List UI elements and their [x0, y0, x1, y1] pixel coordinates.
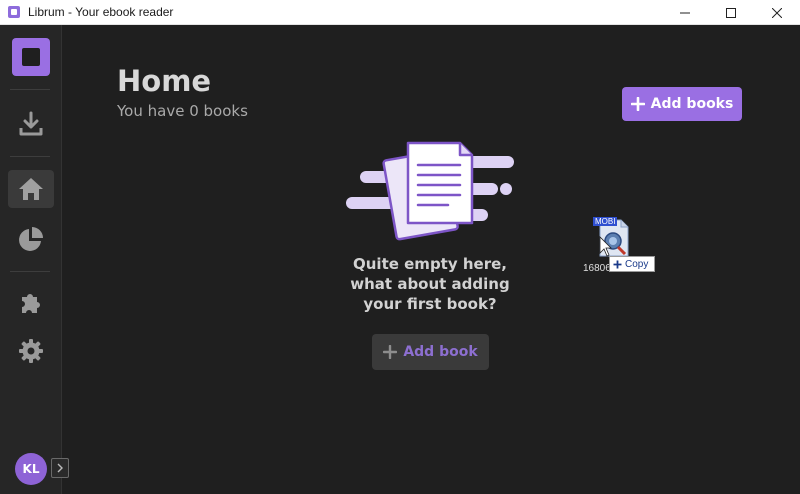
sidebar-divider: [10, 156, 50, 157]
user-avatar[interactable]: KL: [15, 453, 47, 485]
plus-icon: [630, 97, 645, 111]
sidebar-item-downloads[interactable]: [8, 105, 54, 143]
pie-chart-icon: [19, 227, 43, 251]
file-name-label: 16806: [583, 263, 611, 274]
gear-icon: [19, 339, 43, 363]
plus-icon: [383, 345, 398, 359]
page-title: Home: [117, 64, 212, 98]
title-bar: Librum - Your ebook reader: [0, 0, 800, 25]
minimize-icon: [680, 12, 690, 13]
drag-file-ghost: MOBI 16806 Copy: [583, 217, 663, 277]
add-book-label: Add book: [403, 344, 478, 360]
close-button[interactable]: [754, 0, 800, 25]
app-icon: [8, 6, 20, 18]
minimize-button[interactable]: [662, 0, 708, 25]
sidebar: KL: [0, 25, 69, 494]
sidebar-item-plugins[interactable]: [8, 283, 54, 321]
sidebar-item-statistics[interactable]: [8, 220, 54, 258]
maximize-button[interactable]: [708, 0, 754, 25]
puzzle-icon: [22, 294, 40, 313]
sidebar-divider: [10, 89, 50, 90]
window-title: Librum - Your ebook reader: [28, 5, 174, 19]
librum-logo[interactable]: [12, 38, 50, 76]
maximize-icon: [726, 7, 736, 18]
add-books-label: Add books: [650, 96, 734, 112]
file-type-tag: MOBI: [593, 217, 618, 226]
copy-tooltip: Copy: [609, 256, 655, 272]
sidebar-item-home[interactable]: [8, 170, 54, 208]
close-icon: [772, 7, 782, 18]
book-count: You have 0 books: [117, 102, 248, 120]
plus-icon: [613, 260, 622, 268]
download-icon: [19, 111, 43, 136]
chevron-right-icon: [57, 463, 63, 473]
add-books-button[interactable]: Add books: [622, 87, 742, 121]
sidebar-divider: [10, 271, 50, 272]
copy-label: Copy: [625, 258, 649, 270]
home-icon: [19, 178, 43, 200]
empty-library-illustration: [346, 141, 514, 241]
sidebar-expand-button[interactable]: [51, 458, 69, 478]
sidebar-item-settings[interactable]: [8, 332, 54, 370]
window-controls: [662, 0, 800, 25]
add-book-button[interactable]: Add book: [372, 334, 489, 370]
empty-state-message: Quite empty here, what about adding your…: [350, 255, 510, 313]
